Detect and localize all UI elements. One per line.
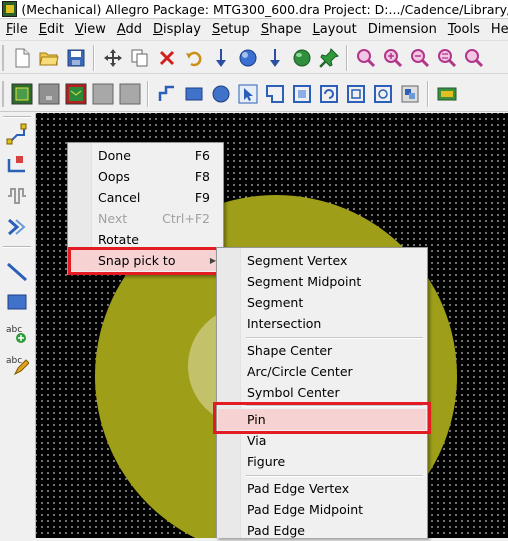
move-icon[interactable] [99, 45, 126, 71]
left-toolbar: abc abc [0, 113, 36, 538]
snap-intersection[interactable]: Intersection [218, 313, 426, 334]
delay-tune-icon[interactable] [4, 183, 30, 209]
shape-rect-icon[interactable] [288, 81, 315, 107]
menu-view[interactable]: View [69, 22, 111, 37]
menu-item-cancel[interactable]: Cancel F9 [69, 187, 222, 208]
toolbar-grip[interactable] [2, 44, 6, 71]
menu-separator [246, 475, 423, 477]
menu-edit[interactable]: Edit [33, 22, 69, 37]
menu-help[interactable]: Help [485, 22, 508, 37]
undo-icon[interactable] [180, 45, 207, 71]
zoom-window-icon[interactable] [460, 45, 487, 71]
highlight-box [213, 402, 431, 434]
zoom-in-icon[interactable] [352, 45, 379, 71]
line-icon[interactable] [4, 258, 30, 284]
menu-dimension[interactable]: Dimension [362, 22, 442, 37]
menu-add[interactable]: Add [111, 22, 147, 37]
menu-separator [246, 337, 423, 339]
toolbar-separator [147, 80, 149, 107]
delete-icon[interactable] [153, 45, 180, 71]
slide-icon[interactable] [4, 152, 30, 178]
toolbar-separator [346, 44, 348, 71]
main-toolbar [0, 42, 508, 74]
svg-text:abc: abc [6, 356, 22, 366]
route-icon[interactable] [4, 214, 30, 240]
menu-setup[interactable]: Setup [206, 22, 255, 37]
save-icon[interactable] [62, 45, 89, 71]
layer-board-icon[interactable] [62, 81, 89, 107]
layer-gray-icon[interactable] [35, 81, 62, 107]
snap-pad-edge-vertex[interactable]: Pad Edge Vertex [218, 478, 426, 499]
layer-blank-2-icon[interactable] [116, 81, 143, 107]
snap-segment-vertex[interactable]: Segment Vertex [218, 250, 426, 271]
highlight-box [68, 247, 224, 275]
void-circle-icon[interactable] [369, 81, 396, 107]
add-text-icon[interactable]: abc [4, 320, 30, 346]
snap-arc-circle-center[interactable]: Arc/Circle Center [218, 361, 426, 382]
menu-shape[interactable]: Shape [255, 22, 307, 37]
rectangle-icon[interactable] [180, 81, 207, 107]
snap-figure[interactable]: Figure [218, 451, 426, 472]
new-file-icon[interactable] [8, 45, 35, 71]
menu-tools[interactable]: Tools [442, 22, 485, 37]
snap-submenu: Segment Vertex Segment Midpoint Segment … [216, 247, 428, 538]
toolbar-grip[interactable] [2, 80, 6, 107]
pin-down-icon[interactable] [207, 45, 234, 71]
shape-circle-icon[interactable] [315, 81, 342, 107]
edit-text-icon[interactable]: abc [4, 351, 30, 377]
component-icon[interactable] [433, 81, 460, 107]
polyline-icon[interactable] [153, 81, 180, 107]
pushpin-icon[interactable] [315, 45, 342, 71]
shape-toolbar [0, 76, 508, 112]
zoom-fit-icon[interactable] [379, 45, 406, 71]
layer-blank-icon[interactable] [89, 81, 116, 107]
snap-symbol-center[interactable]: Symbol Center [218, 382, 426, 403]
window-title: (Mechanical) Allegro Package: MTG300_600… [21, 1, 508, 17]
pin-down-2-icon[interactable] [261, 45, 288, 71]
merge-shapes-icon[interactable] [396, 81, 423, 107]
select-arrow-icon[interactable] [234, 81, 261, 107]
open-folder-icon[interactable] [35, 45, 62, 71]
menu-item-next[interactable]: Next Ctrl+F2 [69, 208, 222, 229]
menu-item-oops[interactable]: Oops F8 [69, 166, 222, 187]
zoom-out-icon[interactable] [406, 45, 433, 71]
snap-segment[interactable]: Segment [218, 292, 426, 313]
shape-poly-icon[interactable] [261, 81, 288, 107]
rectangle-icon[interactable] [4, 289, 30, 315]
toolbar-separator [93, 44, 95, 71]
layer-visible-icon[interactable] [8, 81, 35, 107]
snap-pad-edge-midpoint[interactable]: Pad Edge Midpoint [218, 499, 426, 520]
spin-icon[interactable] [234, 45, 261, 71]
menu-layout[interactable]: Layout [307, 22, 362, 37]
snap-segment-midpoint[interactable]: Segment Midpoint [218, 271, 426, 292]
menu-item-done[interactable]: Done F6 [69, 145, 222, 166]
zoom-all-icon[interactable] [433, 45, 460, 71]
void-rect-icon[interactable] [342, 81, 369, 107]
menu-file[interactable]: File [0, 22, 33, 37]
copy-icon[interactable] [126, 45, 153, 71]
snap-shape-center[interactable]: Shape Center [218, 340, 426, 361]
app-logo-icon [2, 1, 18, 17]
title-bar: (Mechanical) Allegro Package: MTG300_600… [0, 0, 508, 19]
globe-icon[interactable] [288, 45, 315, 71]
menu-bar: File Edit View Add Display Setup Shape L… [0, 19, 508, 41]
toolbar-separator [3, 246, 31, 248]
circle-icon[interactable] [207, 81, 234, 107]
toolbar-separator [427, 80, 429, 107]
add-connect-icon[interactable] [4, 121, 30, 147]
menu-display[interactable]: Display [147, 22, 206, 37]
toolbar-separator [3, 116, 31, 118]
